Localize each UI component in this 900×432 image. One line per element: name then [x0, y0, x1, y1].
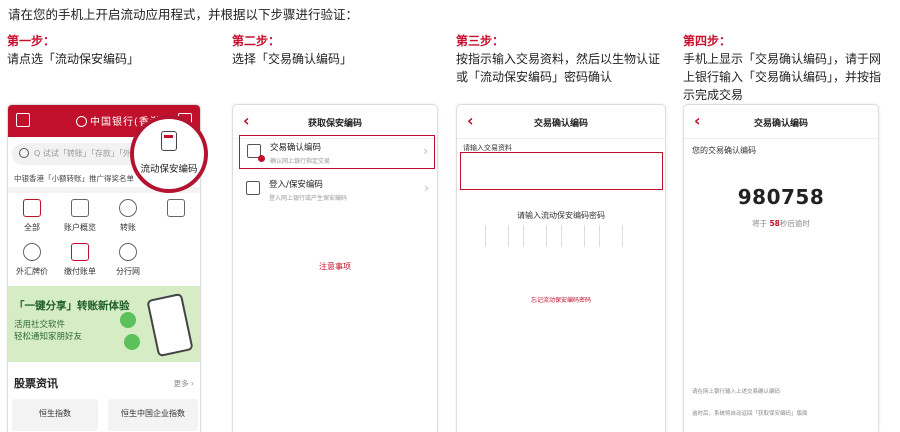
transfer-icon [119, 199, 137, 217]
chart-icon [167, 199, 185, 217]
menu-item-bill[interactable]: 缴付账单 [60, 243, 100, 277]
stock-card-hscei[interactable]: 恒生中国企业指数 [108, 399, 198, 431]
phone-illustration [146, 292, 194, 358]
notice-link[interactable]: 注意事项 [233, 261, 437, 272]
intro-text: 请在您的手机上开启流动应用程式，并根据以下步骤进行验证： [8, 7, 359, 22]
menu-item-label: 账户概览 [64, 223, 96, 232]
forgot-password-link[interactable]: 忘记流动保安编码密码 [457, 295, 665, 304]
transaction-details-input[interactable] [460, 152, 663, 190]
account-icon [71, 199, 89, 217]
timer-prefix: 将于 [752, 219, 768, 228]
mobile-token-icon [161, 131, 177, 151]
banner-line: 轻松通知家朋好友 [14, 332, 83, 342]
step-desc: 选择「交易确认编码」 [232, 52, 353, 66]
promo-text: 中银香港「小额转账」推广得奖名单 [14, 174, 134, 183]
menu-item-label: 分行网 [116, 267, 140, 276]
page-title: 获取保安编码 [307, 119, 362, 129]
menu-item-label: 外汇牌价 [16, 267, 48, 276]
menu-item-chart[interactable] [156, 199, 196, 222]
bank-coin-icon [76, 116, 87, 127]
nav-bar: ‹ 交易确认编码 [457, 105, 665, 139]
step-desc: 手机上显示「交易确认编码」，请于网 [683, 52, 882, 66]
confirm-code-label: 您的交易确认编码 [692, 146, 756, 155]
step-title: 第二步： [232, 34, 281, 48]
menu-item-account[interactable]: 账户概览 [60, 199, 100, 233]
mobile-token-highlight[interactable]: 流动保安编码 [130, 115, 208, 193]
step-title: 第三步： [456, 34, 505, 48]
option-title: 登入/保安编码 [269, 180, 323, 190]
phone-screen-get-code: ‹ 获取保安编码 交易确认编码 确认网上银行指定交易 › 登入/保安编码 登入网… [232, 104, 438, 432]
transaction-code-value: 980758 [737, 185, 825, 209]
banner-line: 活用社交软件 [14, 320, 66, 330]
countdown-timer: 将于 58秒后逾时 [684, 218, 878, 229]
password-digit-box[interactable] [485, 225, 509, 247]
menu-item-label: 转账 [120, 223, 136, 232]
option-transaction-code[interactable]: 交易确认编码 确认网上银行指定交易 › [239, 135, 435, 169]
nav-bar: ‹ 获取保安编码 [233, 105, 437, 139]
option-login-code[interactable]: 登入/保安编码 登入网上银行或产生保安编码 › [239, 173, 435, 207]
phone-screen-enter-details: ‹ 交易确认编码 请输入交易资料 请输入流动保安编码密码 忘记流动保安编码密码 [456, 104, 666, 432]
stock-more-link[interactable]: 更多 › [174, 378, 194, 389]
step-desc: 或「流动保安编码」密码确认 [456, 70, 613, 84]
banner-title: 「一键分享」转账新体验 [14, 300, 130, 312]
menu-item-branch[interactable]: 分行网 [108, 243, 148, 277]
keypad-icon [246, 181, 260, 195]
chat-bubble-icon [124, 334, 140, 350]
banner-subtitle: 活用社交软件 轻松通知家朋好友 [14, 319, 82, 343]
step-title: 第四步： [683, 34, 732, 48]
page-title: 交易确认编码 [533, 119, 588, 129]
menu-item-all[interactable]: 全部 [12, 199, 52, 233]
step-4: 第四步： 手机上显示「交易确认编码」，请于网 上银行输入「交易确认编码」，并按指… [683, 32, 900, 104]
menu-item-fx[interactable]: 外汇牌价 [12, 243, 52, 277]
promo-banner[interactable]: 「一键分享」转账新体验 活用社交软件 轻松通知家朋好友 [8, 286, 200, 362]
menu-item-label: 全部 [24, 223, 40, 232]
chevron-right-icon: › [424, 181, 429, 195]
alert-badge-icon [258, 155, 265, 162]
password-digit-box[interactable] [523, 225, 547, 247]
menu-item-label: 缴付账单 [64, 267, 96, 276]
bill-icon [71, 243, 89, 261]
mobile-token-label: 流动保安编码 [140, 164, 198, 175]
option-title: 交易确认编码 [270, 143, 322, 153]
logout-icon[interactable] [16, 113, 30, 127]
fx-icon [23, 243, 41, 261]
step-desc: 请点选「流动保安编码」 [7, 52, 140, 66]
footnote: 请在网上银行输入上述交易确认编码 [692, 389, 781, 395]
code-label: 请输入流动保安编码密码 [517, 211, 605, 220]
step-title: 第一步： [7, 34, 56, 48]
search-icon [19, 148, 29, 158]
page-title: 交易确认编码 [753, 119, 808, 129]
footnote: 逾时后，系统将自动返回「获取保安编码」版面 [692, 411, 808, 417]
option-subtitle: 登入网上银行或产生保安编码 [269, 195, 348, 202]
chat-bubble-icon [120, 312, 136, 328]
search-placeholder: Q 试试「转账」「存款」「外汇 [34, 149, 139, 158]
option-subtitle: 确认网上银行指定交易 [270, 158, 331, 165]
grid-icon [23, 199, 41, 217]
phone-screen-code-display: ‹ 交易确认编码 您的交易确认编码 980758 将于 58秒后逾时 请在网上银… [683, 104, 879, 432]
menu-item-transfer[interactable]: 转账 [108, 199, 148, 233]
timer-seconds: 58 [769, 219, 780, 228]
stock-card-hsi[interactable]: 恒生指数 [12, 399, 98, 431]
password-digit-box[interactable] [599, 225, 623, 247]
step-desc: 上银行输入「交易确认编码」，并按指 [683, 70, 882, 84]
chevron-right-icon: › [423, 144, 428, 158]
password-input[interactable] [485, 225, 639, 247]
nav-bar: ‹ 交易确认编码 [684, 105, 878, 139]
password-digit-box[interactable] [561, 225, 585, 247]
branch-icon [119, 243, 137, 261]
message-icon [247, 144, 265, 162]
timer-suffix: 秒后逾时 [779, 219, 810, 228]
stock-section-title: 股票资讯 [14, 377, 58, 390]
step-3: 第三步： 按指示输入交易资料，然后以生物认证 或「流动保安编码」密码确认 [456, 32, 676, 86]
step-desc: 按指示输入交易资料，然后以生物认证 [456, 52, 661, 66]
step-1: 第一步： 请点选「流动保安编码」 [7, 32, 227, 68]
step-desc: 示完成交易 [683, 88, 744, 102]
step-2: 第二步： 选择「交易确认编码」 [232, 32, 452, 68]
